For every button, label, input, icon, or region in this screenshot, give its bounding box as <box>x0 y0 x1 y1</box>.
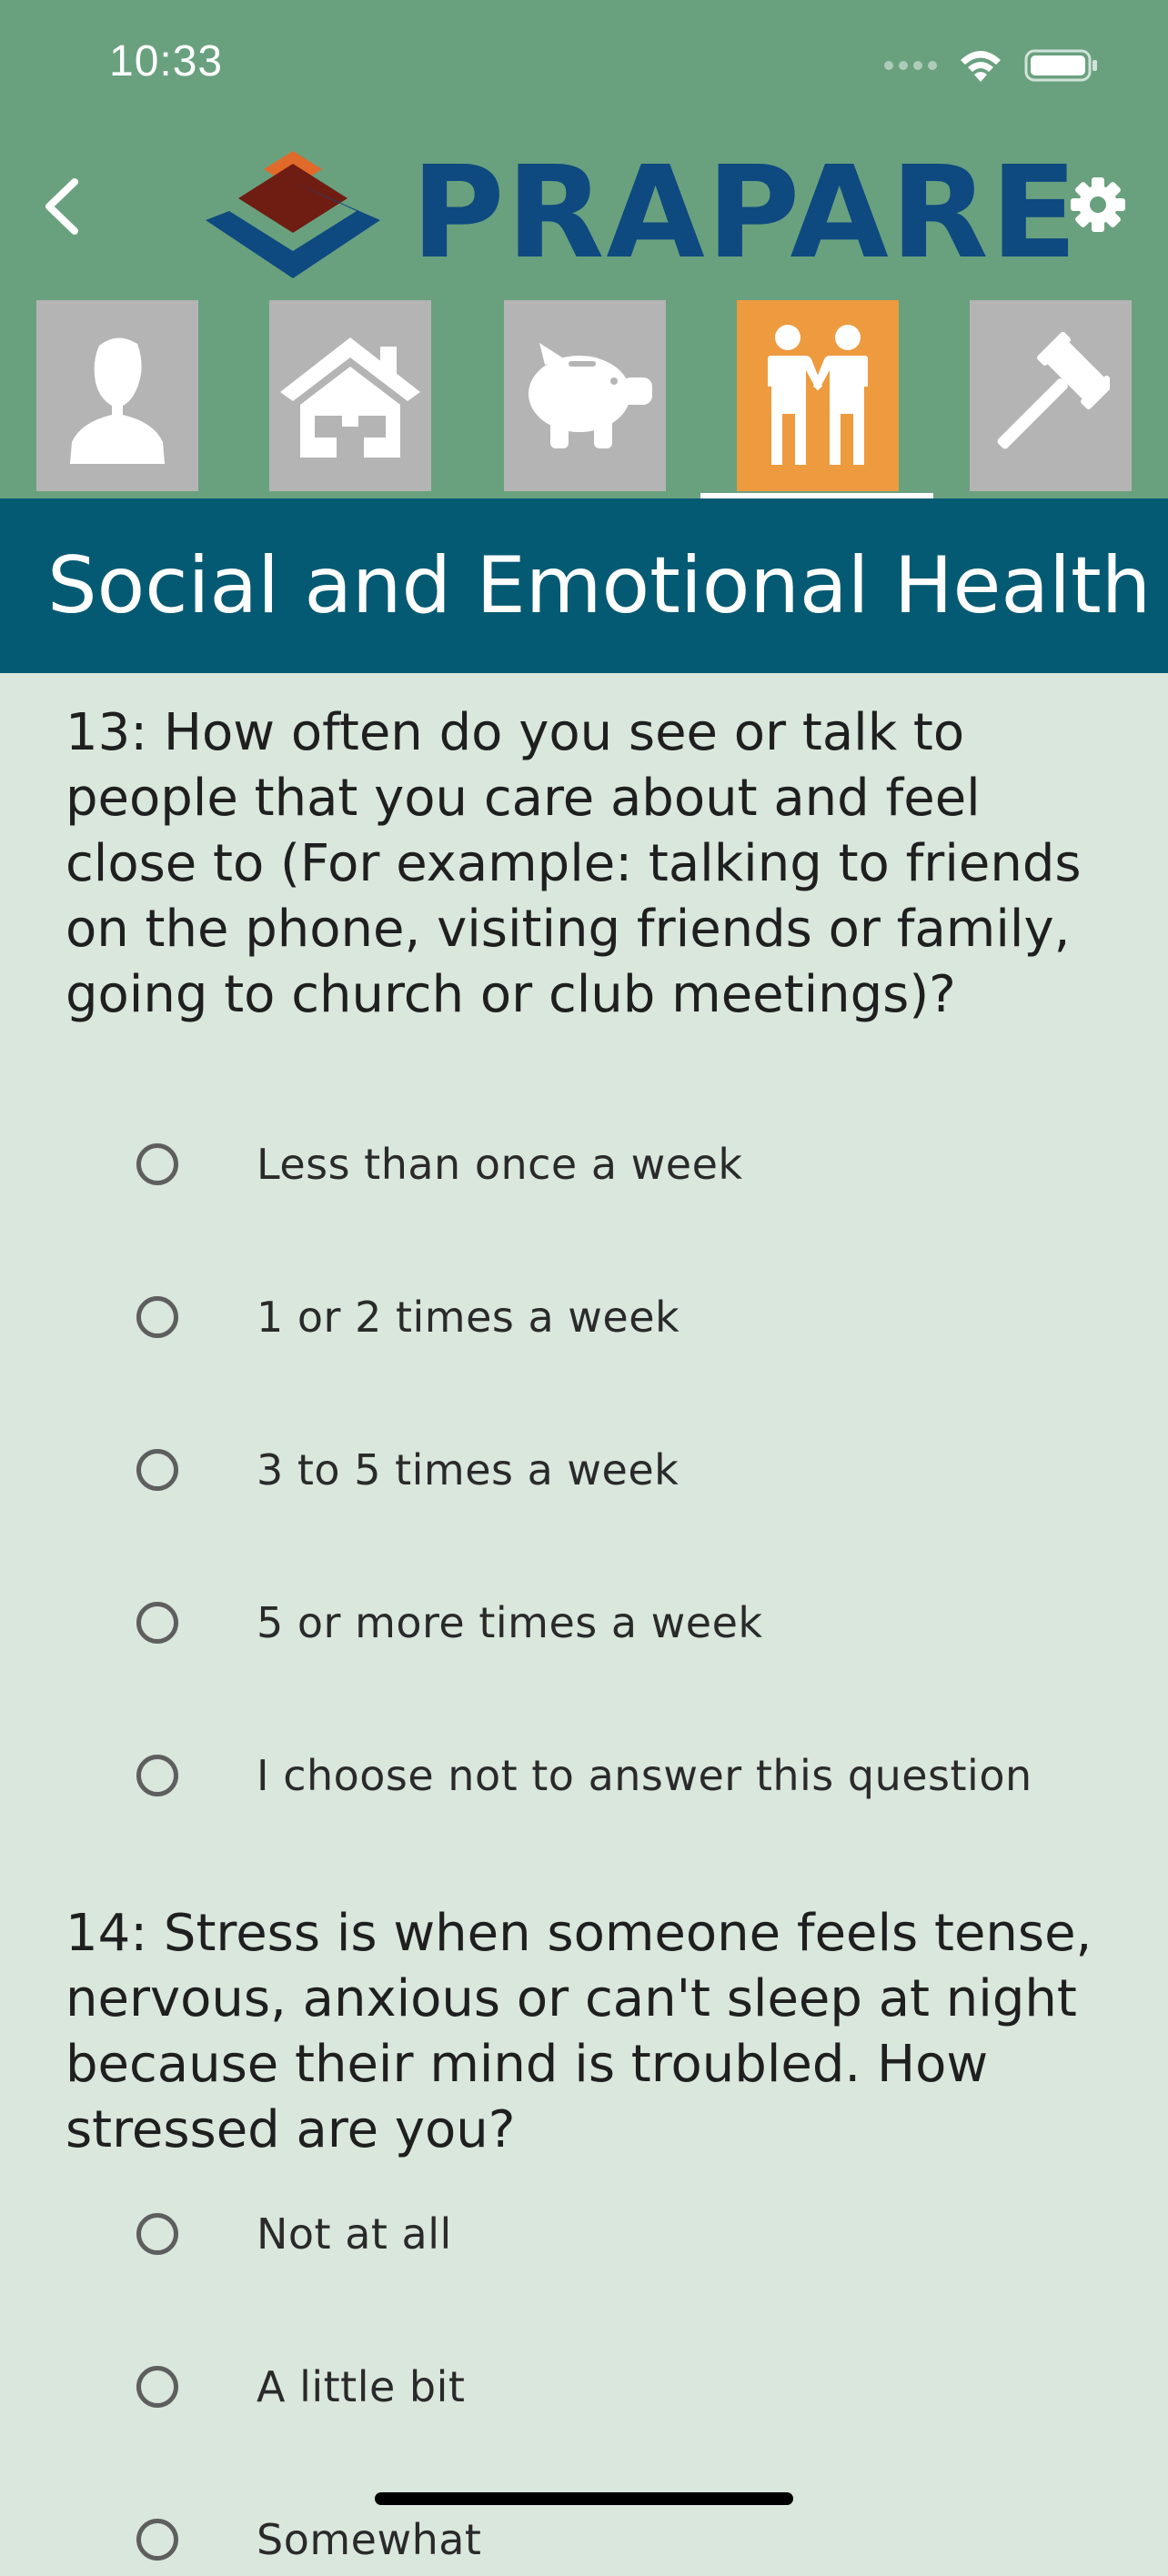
person-icon <box>70 337 165 464</box>
logo-mark-icon <box>206 151 380 278</box>
app-header: 10:33 PRAPARE <box>0 0 1168 498</box>
option-label: Not at all <box>257 2209 452 2259</box>
option-label: I choose not to answer this question <box>257 1751 1032 1800</box>
piggy-bank-icon <box>529 343 652 448</box>
radio-button[interactable] <box>136 1755 178 1796</box>
radio-button[interactable] <box>136 1143 178 1185</box>
logo-text: PRAPARE <box>411 139 1080 287</box>
status-time: 10:33 <box>109 37 224 86</box>
option-label: Less than once a week <box>257 1140 743 1189</box>
option-label: 1 or 2 times a week <box>257 1293 680 1342</box>
status-icons <box>884 47 1099 84</box>
question-13-option[interactable]: 3 to 5 times a week <box>136 1434 679 1506</box>
question-13-option[interactable]: I choose not to answer this question <box>136 1739 1032 1812</box>
back-button[interactable] <box>36 175 91 238</box>
category-tabs <box>0 300 1168 498</box>
home-indicator[interactable] <box>375 2492 793 2505</box>
radio-button[interactable] <box>136 2519 178 2561</box>
cellular-signal-icon <box>884 61 937 70</box>
people-holding-hands-icon <box>768 325 868 465</box>
radio-button[interactable] <box>136 1449 178 1491</box>
tab-money-resources[interactable] <box>504 300 666 491</box>
radio-button[interactable] <box>136 2213 178 2255</box>
section-header: Social and Emotional Health <box>0 498 1168 673</box>
gavel-icon <box>997 332 1110 449</box>
question-13-option[interactable]: 5 or more times a week <box>136 1586 763 1659</box>
gear-icon <box>1071 177 1125 232</box>
radio-button[interactable] <box>136 1602 178 1644</box>
house-icon <box>280 337 420 458</box>
wifi-icon <box>957 47 1004 84</box>
option-label: 5 or more times a week <box>257 1598 763 1647</box>
question-13-option[interactable]: Less than once a week <box>136 1128 743 1201</box>
option-label: Somewhat <box>257 2515 482 2564</box>
option-label: A little bit <box>257 2362 466 2411</box>
radio-button[interactable] <box>136 2366 178 2408</box>
section-title: Social and Emotional Health <box>47 540 1152 631</box>
question-14-option[interactable]: A little bit <box>136 2350 465 2423</box>
question-14-option[interactable]: Not at all <box>136 2198 452 2270</box>
question-13-option[interactable]: 1 or 2 times a week <box>136 1281 680 1353</box>
battery-icon <box>1024 47 1099 84</box>
question-14-text: 14: Stress is when someone feels tense, … <box>65 1904 1092 2159</box>
question-14-option[interactable]: Somewhat <box>136 2503 481 2576</box>
tab-legal[interactable] <box>970 300 1132 491</box>
tab-personal[interactable] <box>36 300 198 491</box>
settings-button[interactable] <box>1068 175 1128 235</box>
chevron-left-icon <box>45 178 78 235</box>
radio-button[interactable] <box>136 1296 178 1338</box>
question-13-text: 13: How often do you see or talk to peop… <box>65 703 1082 1024</box>
tab-family-home[interactable] <box>269 300 431 491</box>
prapare-logo: PRAPARE <box>202 146 1077 282</box>
option-label: 3 to 5 times a week <box>257 1445 680 1494</box>
tab-social-emotional-health[interactable] <box>737 300 899 491</box>
